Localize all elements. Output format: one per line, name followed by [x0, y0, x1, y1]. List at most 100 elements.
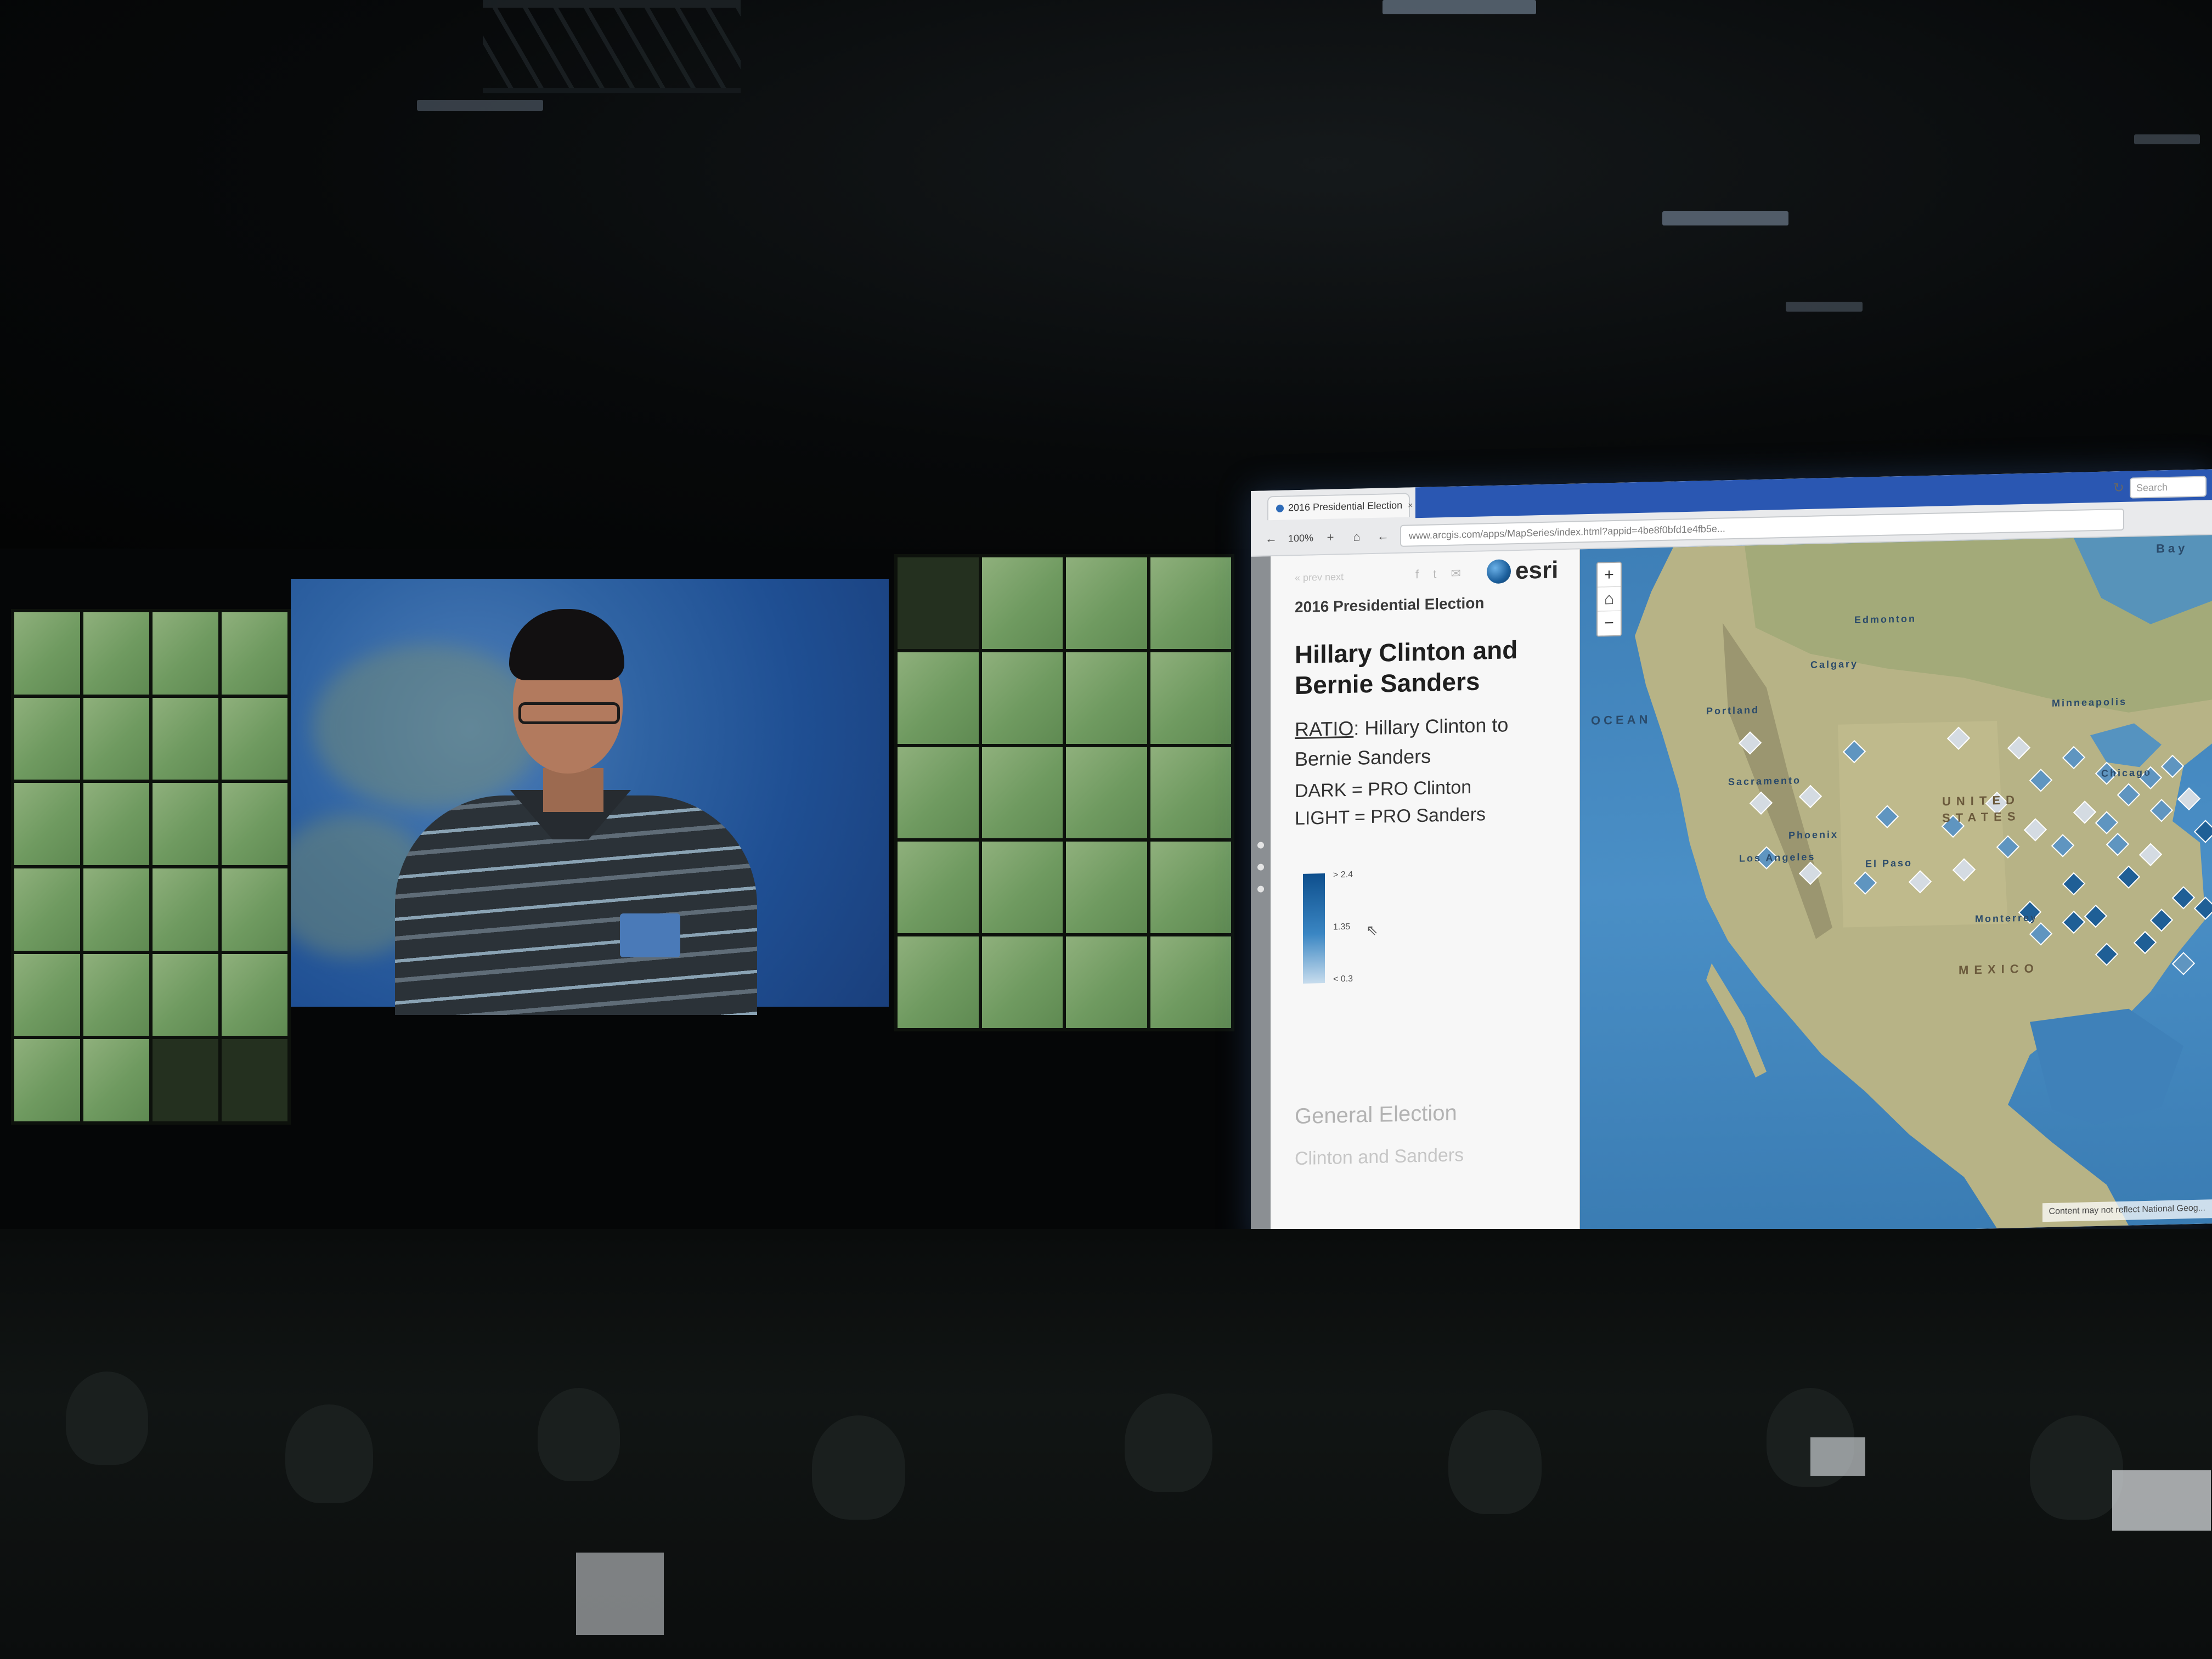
- tile: [83, 697, 149, 780]
- strip-dot[interactable]: [1257, 864, 1264, 871]
- tab-title: 2016 Presidential Election: [1288, 499, 1403, 514]
- tile: [222, 953, 287, 1036]
- story-title: Hillary Clinton and Bernie Sanders: [1295, 635, 1518, 700]
- panel-nav-links[interactable]: « prev next: [1295, 571, 1344, 584]
- city-label: Sacramento: [1728, 775, 1802, 788]
- ocean-label: OCEAN: [1591, 712, 1651, 727]
- bay-label: Bay: [2156, 541, 2188, 556]
- tile: [153, 612, 218, 695]
- tile: [153, 783, 218, 865]
- tile: [898, 842, 979, 934]
- tile: [1150, 747, 1231, 839]
- strip-dot[interactable]: [1257, 885, 1264, 893]
- city-label: Minneapolis: [2052, 696, 2128, 709]
- esri-logo[interactable]: esri: [1487, 556, 1558, 585]
- zoom-in-button[interactable]: +: [1598, 562, 1621, 588]
- tile: [153, 697, 218, 780]
- city-label: Portland: [1706, 704, 1760, 717]
- ceiling-light: [1383, 0, 1536, 14]
- tile: [1150, 557, 1231, 649]
- refresh-icon[interactable]: ↻: [2113, 480, 2124, 496]
- laptop-screen: [576, 1553, 664, 1635]
- tile: [83, 612, 149, 695]
- tile: [981, 557, 1063, 649]
- home-extent-button[interactable]: ⌂: [1598, 586, 1621, 612]
- city-label: Calgary: [1810, 658, 1859, 670]
- ratio-keyword: RATIO: [1295, 716, 1354, 741]
- close-icon[interactable]: ×: [1408, 501, 1413, 511]
- projected-browser-window: 2016 Presidential Election × ← 100% + ⌂ ←…: [1251, 469, 2212, 1245]
- legend-mid-label: 1.35: [1333, 922, 1351, 932]
- mouse-cursor-icon: ⇖: [1366, 921, 1378, 939]
- tile: [898, 747, 979, 839]
- section-general-election[interactable]: General Election: [1295, 1101, 1457, 1129]
- tile: [981, 652, 1063, 744]
- tile: [153, 953, 218, 1036]
- back-arrow-icon[interactable]: ←: [1262, 529, 1280, 549]
- ratio-diamond-symbol[interactable]: [2177, 787, 2201, 811]
- tile: [14, 612, 80, 695]
- audience-head: [285, 1404, 373, 1503]
- city-label: Monterrey: [1975, 912, 2038, 925]
- tile: [898, 557, 979, 649]
- speaker-neck: [543, 768, 603, 812]
- tile: [153, 868, 218, 951]
- tile: [83, 953, 149, 1036]
- map-zoom-control: + ⌂ −: [1596, 561, 1622, 637]
- section-clinton-sanders[interactable]: Clinton and Sanders: [1295, 1144, 1464, 1170]
- tile: [222, 783, 287, 865]
- tile: [14, 783, 80, 865]
- city-label: Chicago: [2101, 766, 2152, 779]
- legend-light-line: LIGHT = PRO Sanders: [1295, 804, 1486, 830]
- ceiling-light: [1786, 302, 1863, 312]
- map-canvas[interactable]: [1580, 535, 2212, 1238]
- country-label-mexico: MEXICO: [1959, 961, 2039, 977]
- tile: [14, 697, 80, 780]
- tile: [14, 868, 80, 951]
- tile: [1150, 842, 1231, 934]
- back-button[interactable]: ←: [1374, 527, 1392, 546]
- zoom-level[interactable]: 100%: [1288, 532, 1313, 544]
- tile: [1066, 652, 1147, 744]
- tile: [1066, 842, 1147, 934]
- zoom-out-button[interactable]: −: [1598, 611, 1621, 636]
- city-label: Los Angeles: [1739, 851, 1816, 864]
- left-tile-wall: [11, 609, 291, 1125]
- tile: [83, 868, 149, 951]
- tile: [981, 936, 1063, 1028]
- audience-head: [1448, 1410, 1542, 1514]
- baja-california: [1706, 963, 1767, 1078]
- share-icons[interactable]: f t ✉: [1415, 566, 1466, 582]
- tile: [1150, 652, 1231, 744]
- tile: [981, 842, 1063, 934]
- ratio-diamond-symbol[interactable]: [2193, 820, 2212, 843]
- story-side-panel: « prev next f t ✉ esri 2016 Presidential…: [1251, 549, 1580, 1245]
- tile: [898, 936, 979, 1028]
- tab-favicon-icon: [1276, 504, 1284, 513]
- home-icon[interactable]: ⌂: [1347, 527, 1366, 546]
- zoom-in-icon[interactable]: +: [1321, 528, 1340, 547]
- laptop-screen: [1810, 1437, 1865, 1476]
- audience-head: [812, 1415, 905, 1520]
- speaker: [384, 609, 768, 1015]
- tile: [222, 1039, 287, 1121]
- strip-dot[interactable]: [1257, 842, 1264, 849]
- ceiling-light: [1662, 211, 1788, 225]
- audience: [0, 1229, 2212, 1659]
- tile: [1066, 747, 1147, 839]
- browser-search-field[interactable]: Search: [2130, 476, 2207, 499]
- city-label: Edmonton: [1854, 613, 1916, 626]
- election-map[interactable]: OCEAN UNITED STATES MEXICO Bay Edmonton …: [1580, 535, 2212, 1238]
- ceiling-light: [2134, 134, 2200, 144]
- globe-icon: [1487, 559, 1511, 584]
- tile: [981, 747, 1063, 839]
- audience-head: [66, 1372, 148, 1465]
- browser-tab[interactable]: 2016 Presidential Election ×: [1267, 493, 1413, 521]
- tile: [83, 783, 149, 865]
- panel-scroll-strip[interactable]: [1251, 556, 1271, 1245]
- ratio-diamond-symbol[interactable]: [2171, 952, 2196, 975]
- shirt-logo: [620, 913, 680, 957]
- lighting-truss: [483, 0, 741, 93]
- middle-tile-wall: [894, 554, 1234, 1031]
- tile: [1066, 557, 1147, 649]
